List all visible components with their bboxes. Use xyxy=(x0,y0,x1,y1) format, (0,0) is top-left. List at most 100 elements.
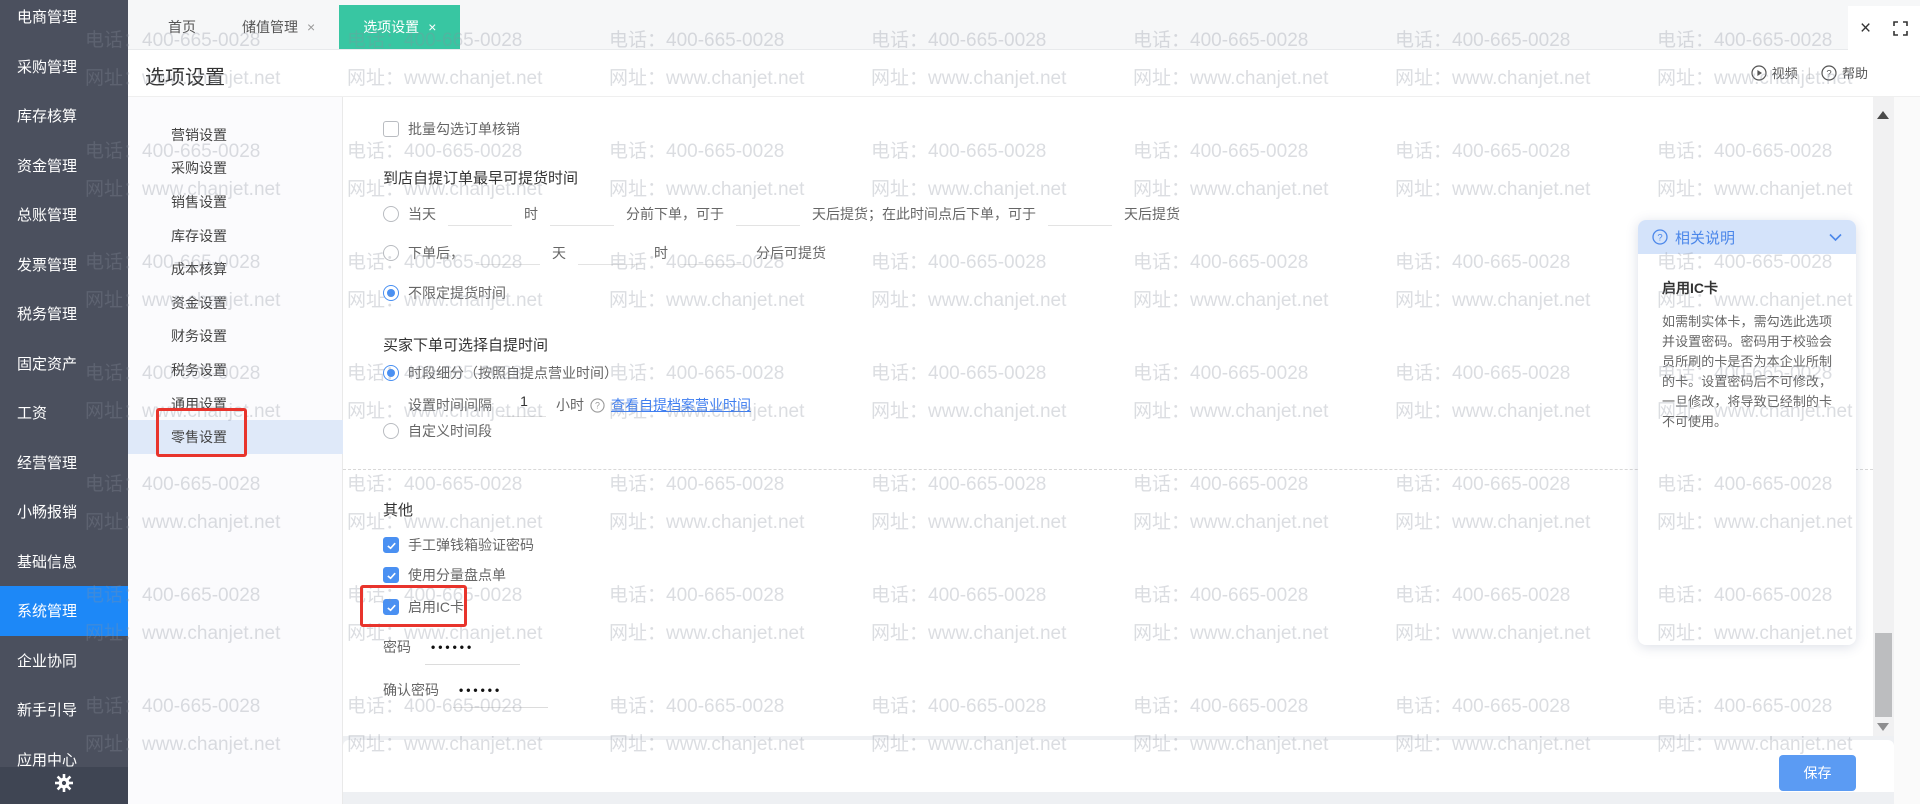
after-order-radio[interactable] xyxy=(383,245,399,261)
question-circle-icon: ? xyxy=(1821,64,1837,81)
settings-menu-item[interactable]: 零售设置 xyxy=(128,420,343,454)
tab-stored-value[interactable]: 储值管理 × xyxy=(218,5,339,49)
help-panel-title: 相关说明 xyxy=(1675,229,1736,247)
settings-menu: 营销设置 采购设置 销售设置 库存设置 成本核算 资金设置 财务设置 税务设置 通用设置 零售设置 xyxy=(128,97,343,804)
password-field[interactable]: •••••• xyxy=(425,640,520,665)
save-button[interactable]: 保存 xyxy=(1779,755,1856,791)
hour-input[interactable] xyxy=(578,241,642,265)
question-circle-icon: ? xyxy=(1652,229,1668,245)
sidebar-item[interactable]: 企业协同 xyxy=(0,636,128,686)
interval-input[interactable]: 1 xyxy=(502,393,546,417)
settings-menu-item[interactable]: 销售设置 xyxy=(128,185,343,219)
sidebar-item[interactable]: 库存核算 xyxy=(0,91,128,141)
help-topic-title: 启用IC卡 xyxy=(1662,280,1718,296)
no-limit-radio[interactable] xyxy=(383,285,399,301)
settings-menu-item[interactable]: 财务设置 xyxy=(128,320,343,354)
confirm-password-field[interactable]: •••••• xyxy=(453,683,548,708)
video-link[interactable]: 视频 xyxy=(1750,63,1798,82)
buyer-time-section-title: 买家下单可选择自提时间 xyxy=(383,337,549,354)
days-after-input[interactable] xyxy=(736,202,800,226)
related-help-panel: ? 相关说明 启用IC卡 如需制实体卡，需勾选此选项并设置密码。密码用于校验会员… xyxy=(1638,220,1856,645)
interval-row: 设置时间间隔 1 小时 ? 查看自提档案营业时间 xyxy=(408,393,751,417)
sidebar-item[interactable]: 税务管理 xyxy=(0,289,128,339)
help-link[interactable]: ? 帮助 xyxy=(1821,63,1868,82)
view-pickup-hours-link[interactable]: 查看自提档案营业时间 xyxy=(611,395,751,415)
fullscreen-icon[interactable] xyxy=(1893,20,1908,36)
batch-check-checkbox[interactable] xyxy=(383,121,399,137)
footer-zone: 保存 xyxy=(343,736,1894,804)
close-icon[interactable]: × xyxy=(1860,19,1871,38)
divider: | xyxy=(1807,65,1811,80)
svg-text:?: ? xyxy=(595,400,600,410)
custom-time-radio[interactable] xyxy=(383,423,399,439)
same-day-radio[interactable] xyxy=(383,206,399,222)
minute-input[interactable] xyxy=(550,202,614,226)
settings-menu-item[interactable]: 采购设置 xyxy=(128,152,343,186)
cashbox-checkbox-row: 手工弹钱箱验证密码 xyxy=(383,535,534,555)
chevron-down-icon[interactable] xyxy=(1829,233,1842,242)
footer-bar: 保存 xyxy=(343,740,1894,792)
sidebar-item[interactable]: 系统管理 xyxy=(0,586,128,636)
batch-check-row: 批量勾选订单核销 xyxy=(383,119,520,139)
day-input[interactable] xyxy=(476,241,540,265)
tab-home[interactable]: 首页 xyxy=(146,5,218,49)
sidebar-item[interactable]: 电商管理 xyxy=(0,0,128,42)
other-section-title: 其他 xyxy=(383,502,414,519)
custom-time-radio-row: 自定义时间段 xyxy=(383,421,492,441)
sidebar-item[interactable]: 基础信息 xyxy=(0,537,128,587)
time-split-radio-row: 时段细分（按照自提点营业时间） xyxy=(383,363,618,383)
time-split-radio[interactable] xyxy=(383,365,399,381)
sidebar-item[interactable]: 采购管理 xyxy=(0,42,128,92)
sidebar-item[interactable]: 小畅报销 xyxy=(0,487,128,537)
tab-close-icon[interactable]: × xyxy=(307,19,315,35)
settings-menu-item[interactable]: 营销设置 xyxy=(128,118,343,152)
tab-option-settings[interactable]: 选项设置 × xyxy=(339,5,461,49)
help-panel-header[interactable]: ? 相关说明 xyxy=(1638,220,1856,254)
scroll-up-arrow-icon[interactable] xyxy=(1877,111,1889,119)
minute-input[interactable] xyxy=(680,241,744,265)
scroll-down-arrow-icon[interactable] xyxy=(1877,723,1889,731)
primary-sidebar: 电商管理 采购管理 库存核算 资金管理 总账管理 发票管理 税务管理 固定资产 工资 经营管理 小畅… xyxy=(0,0,128,804)
sidebar-item[interactable]: 经营管理 xyxy=(0,438,128,488)
scrollbar-thumb[interactable] xyxy=(1875,633,1892,717)
cashbox-checkbox[interactable] xyxy=(383,537,399,553)
play-circle-icon xyxy=(1750,64,1767,81)
sidebar-item[interactable]: 总账管理 xyxy=(0,190,128,240)
primary-nav: 电商管理 采购管理 库存核算 资金管理 总账管理 发票管理 税务管理 固定资产 工资 经营管理 小畅… xyxy=(0,0,128,784)
hour-input[interactable] xyxy=(448,202,512,226)
ic-card-checkbox-row: 启用IC卡 xyxy=(383,597,464,617)
sidebar-item[interactable]: 固定资产 xyxy=(0,339,128,389)
same-day-radio-row: 当天 时 分前下单，可于 天后提货；在此时间点后下单，可于 天后提货 xyxy=(383,202,1180,226)
sidebar-item[interactable]: 资金管理 xyxy=(0,141,128,191)
ic-card-checkbox[interactable] xyxy=(383,599,399,615)
pickup-time-section-title: 到店自提订单最早可提货时间 xyxy=(383,170,579,187)
settings-menu-item[interactable]: 库存设置 xyxy=(128,219,343,253)
question-circle-icon: ? xyxy=(590,397,605,413)
page-title: 选项设置 xyxy=(145,67,225,89)
svg-text:?: ? xyxy=(1657,232,1662,243)
password-row: 密码 •••••• xyxy=(383,637,520,665)
tab-label: 首页 xyxy=(168,19,196,35)
after-order-radio-row: 下单后， 天 时 分后可提货 xyxy=(383,241,826,265)
sidebar-item[interactable]: 发票管理 xyxy=(0,240,128,290)
confirm-password-row: 确认密码 •••••• xyxy=(383,680,548,708)
sidebar-settings-strip xyxy=(0,767,128,804)
tab-label: 选项设置 xyxy=(363,19,420,35)
settings-menu-item[interactable]: 税务设置 xyxy=(128,353,343,387)
vertical-scrollbar xyxy=(1873,97,1894,745)
tab-close-icon[interactable]: × xyxy=(428,19,436,35)
settings-menu-item[interactable]: 资金设置 xyxy=(128,286,343,320)
tab-bar: 首页 储值管理 × 选项设置 × × xyxy=(128,0,1920,50)
settings-menu-item[interactable]: 通用设置 xyxy=(128,387,343,421)
gear-icon[interactable] xyxy=(54,773,74,798)
page-header: 选项设置 视频 | ? 帮助 xyxy=(128,50,1920,97)
days-after-input-2[interactable] xyxy=(1048,202,1112,226)
sidebar-item[interactable]: 工资 xyxy=(0,388,128,438)
checkbox-label: 批量勾选订单核销 xyxy=(408,121,520,137)
weigh-checkbox[interactable] xyxy=(383,567,399,583)
right-margin xyxy=(1894,97,1920,804)
window-buttons: × xyxy=(1848,6,1920,50)
weigh-checkbox-row: 使用分量盘点单 xyxy=(383,565,506,585)
settings-menu-item[interactable]: 成本核算 xyxy=(128,252,343,286)
sidebar-item[interactable]: 新手引导 xyxy=(0,685,128,735)
